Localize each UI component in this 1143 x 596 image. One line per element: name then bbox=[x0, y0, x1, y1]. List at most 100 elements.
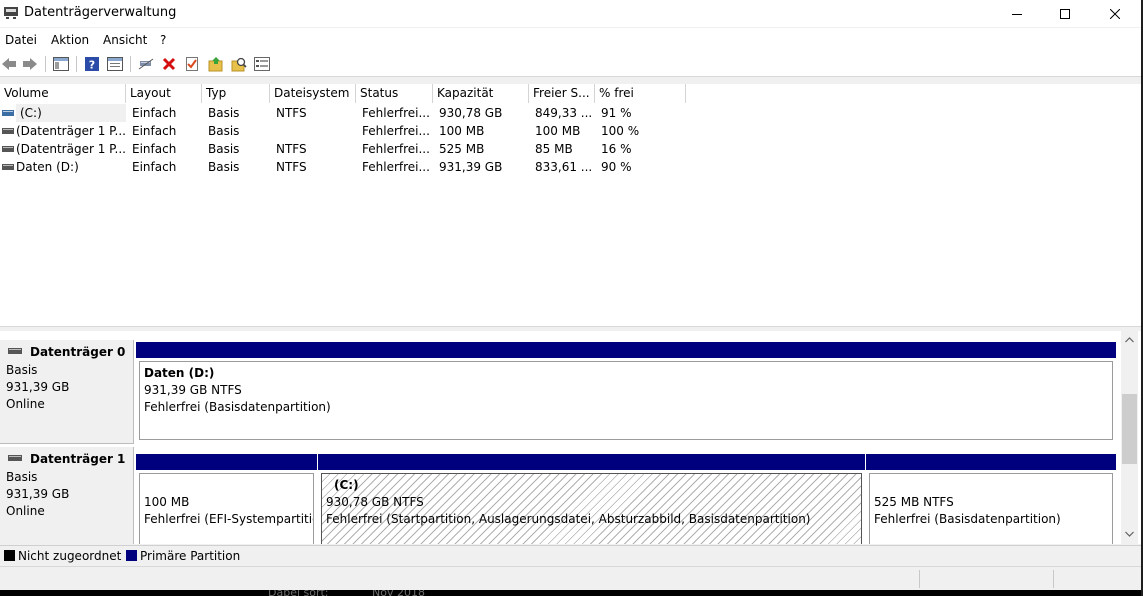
background-text: Dabei sort: bbox=[268, 590, 329, 596]
disk-1-type: Basis bbox=[6, 470, 38, 484]
column-header-layout[interactable]: Layout bbox=[126, 84, 202, 103]
show-hide-tree-button[interactable] bbox=[52, 55, 70, 73]
toolbar-separator bbox=[45, 56, 46, 72]
back-button[interactable] bbox=[0, 55, 18, 73]
column-header-volume[interactable]: Volume bbox=[0, 84, 126, 103]
volume-percent-free: 91 % bbox=[601, 106, 632, 120]
volume-name: (C:) bbox=[16, 104, 126, 122]
status-bar bbox=[0, 566, 1141, 590]
delete-button[interactable] bbox=[160, 55, 178, 73]
volume-free-space: 849,33 ... bbox=[535, 106, 593, 120]
column-header-freier-speicher[interactable]: Freier S... bbox=[529, 84, 595, 103]
legend-primary: Primäre Partition bbox=[126, 548, 240, 564]
partition-title: (C:) bbox=[334, 478, 359, 492]
disk-0-name-row: Datenträger 0 bbox=[6, 342, 127, 362]
volume-filesystem: NTFS bbox=[276, 106, 307, 120]
column-header-kapazitaet[interactable]: Kapazität bbox=[433, 84, 529, 103]
partition-recovery[interactable]: 525 MB NTFS Fehlerfrei (Basisdatenpartit… bbox=[866, 454, 1116, 544]
chevron-up-icon[interactable] bbox=[1125, 337, 1134, 343]
list-icon bbox=[254, 57, 270, 71]
partition-status: Fehlerfrei (Basisdatenpartition) bbox=[874, 512, 1061, 526]
help-icon: ? bbox=[85, 57, 99, 72]
check-icon bbox=[186, 57, 198, 71]
properties-icon bbox=[107, 57, 123, 71]
disk-1-size: 931,39 GB bbox=[6, 487, 70, 501]
help-button[interactable]: ? bbox=[83, 55, 101, 73]
volume-percent-free: 90 % bbox=[601, 160, 632, 174]
open-icon bbox=[208, 57, 223, 72]
menu-datei[interactable]: Datei bbox=[5, 33, 37, 47]
disk-1-label[interactable]: Datenträger 1 Basis 931,39 GB Online bbox=[0, 447, 134, 544]
volume-status: Fehlerfrei... bbox=[362, 142, 430, 156]
volume-row[interactable]: (Datenträger 1 P... Einfach Basis Fehler… bbox=[0, 122, 690, 140]
disk-0-size: 931,39 GB bbox=[6, 380, 70, 394]
primary-partition-bar bbox=[866, 454, 1116, 470]
svg-text:?: ? bbox=[89, 59, 95, 72]
graph-vertical-scrollbar[interactable] bbox=[1121, 331, 1138, 544]
back-icon bbox=[2, 58, 16, 70]
search-button[interactable] bbox=[230, 55, 248, 73]
legend-label: Nicht zugeordnet bbox=[18, 549, 122, 563]
search-icon bbox=[231, 57, 247, 72]
toolbar-separator bbox=[130, 56, 131, 72]
open-button[interactable] bbox=[207, 55, 225, 73]
volume-icon bbox=[2, 110, 14, 116]
minimize-button[interactable] bbox=[994, 0, 1040, 27]
primary-partition-bar bbox=[136, 342, 1116, 358]
maximize-icon bbox=[1060, 8, 1070, 19]
primary-partition-bar bbox=[136, 454, 317, 470]
volume-capacity: 100 MB bbox=[439, 124, 485, 138]
partition-body: 525 MB NTFS Fehlerfrei (Basisdatenpartit… bbox=[869, 473, 1113, 544]
legend-label: Primäre Partition bbox=[140, 549, 241, 563]
column-header-typ[interactable]: Typ bbox=[202, 84, 270, 103]
status-separator bbox=[919, 570, 920, 588]
scrollbar-thumb[interactable] bbox=[1122, 394, 1137, 464]
partition-efi[interactable]: 100 MB Fehlerfrei (EFI-Systempartitio bbox=[136, 454, 317, 544]
partition-title: Daten (D:) bbox=[144, 366, 215, 380]
delete-icon bbox=[162, 57, 176, 71]
volume-capacity: 930,78 GB bbox=[439, 106, 503, 120]
partition-body-selected: (C:) 930,78 GB NTFS Fehlerfrei (Startpar… bbox=[321, 473, 862, 544]
volume-capacity: 525 MB bbox=[439, 142, 485, 156]
legend: Nicht zugeordnet Primäre Partition bbox=[0, 545, 1141, 565]
window-title: Datenträgerverwaltung bbox=[24, 5, 177, 20]
disk-1-name-row: Datenträger 1 bbox=[6, 449, 127, 469]
properties-button[interactable] bbox=[106, 55, 124, 73]
legend-unallocated: Nicht zugeordnet bbox=[4, 548, 121, 564]
legend-swatch-unallocated bbox=[4, 550, 15, 561]
maximize-button[interactable] bbox=[1042, 0, 1088, 27]
disk-0-label[interactable]: Datenträger 0 Basis 931,39 GB Online bbox=[0, 340, 134, 444]
partition-c[interactable]: (C:) 930,78 GB NTFS Fehlerfrei (Startpar… bbox=[318, 454, 865, 544]
connect-button[interactable] bbox=[137, 55, 155, 73]
volume-filesystem: NTFS bbox=[276, 160, 307, 174]
volume-layout: Einfach bbox=[132, 142, 177, 156]
volume-name: (Datenträger 1 P... bbox=[16, 142, 126, 156]
column-header-status[interactable]: Status bbox=[356, 84, 433, 103]
partition-size: 930,78 GB NTFS bbox=[326, 495, 424, 509]
volume-row[interactable]: (C:) Einfach Basis NTFS Fehlerfrei... 93… bbox=[0, 104, 690, 122]
column-header-prozent-frei[interactable]: % frei bbox=[595, 84, 686, 103]
check-button[interactable] bbox=[183, 55, 201, 73]
partition-size: 100 MB bbox=[144, 495, 190, 509]
status-separator bbox=[1053, 570, 1054, 588]
menu-help[interactable]: ? bbox=[160, 33, 166, 47]
legend-swatch-primary bbox=[126, 550, 137, 561]
volume-row[interactable]: Daten (D:) Einfach Basis NTFS Fehlerfrei… bbox=[0, 158, 690, 176]
partition-daten-d[interactable]: Daten (D:) 931,39 GB NTFS Fehlerfrei (Ba… bbox=[136, 342, 1116, 443]
menu-aktion[interactable]: Aktion bbox=[51, 33, 89, 47]
disk-1-name: Datenträger 1 bbox=[30, 452, 126, 466]
disk-graphical-view: Datenträger 0 Basis 931,39 GB Online Dat… bbox=[0, 331, 1141, 544]
chevron-down-icon[interactable] bbox=[1125, 531, 1134, 537]
close-button[interactable] bbox=[1092, 0, 1138, 27]
connect-icon bbox=[138, 58, 154, 70]
volume-layout: Einfach bbox=[132, 124, 177, 138]
disk-icon bbox=[8, 348, 22, 354]
volume-free-space: 100 MB bbox=[535, 124, 581, 138]
list-button[interactable] bbox=[253, 55, 271, 73]
menu-ansicht[interactable]: Ansicht bbox=[103, 33, 147, 47]
volume-icon bbox=[2, 146, 14, 152]
volume-percent-free: 100 % bbox=[601, 124, 640, 138]
volume-row[interactable]: (Datenträger 1 P... Einfach Basis NTFS F… bbox=[0, 140, 690, 158]
column-header-dateisystem[interactable]: Dateisystem bbox=[270, 84, 356, 103]
forward-button[interactable] bbox=[21, 55, 39, 73]
